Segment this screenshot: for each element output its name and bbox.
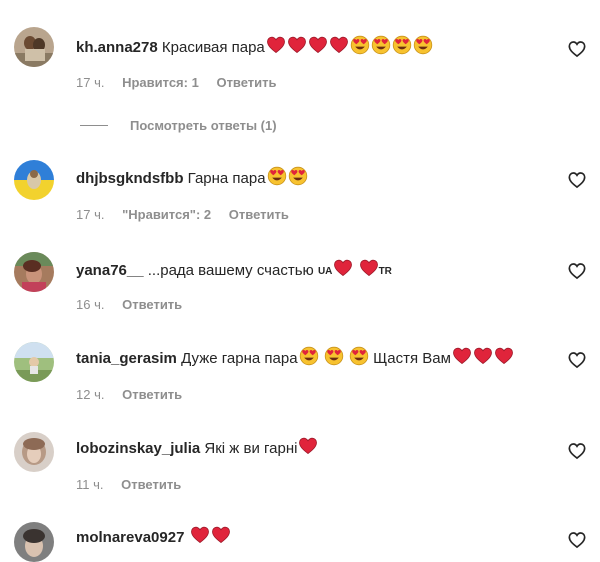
comment-text: Дуже гарна пара [181,350,298,367]
emoji-group [266,170,308,187]
username[interactable]: tania_gerasim [76,350,177,367]
heart-eyes-emoji-icon [350,35,370,55]
reply-button[interactable]: Ответить [122,297,182,312]
heart-emoji-icon [298,436,318,456]
timestamp: 17 ч. [76,207,105,222]
view-replies-label[interactable]: Посмотреть ответы (1) [130,118,277,133]
comment-meta: 12 ч. Ответить [76,387,196,403]
reply-button[interactable]: Ответить [229,207,289,222]
comment-meta: 11 ч. Ответить [76,477,195,493]
heart-eyes-emoji-icon [349,346,369,366]
comment-meta: 16 ч. Ответить [76,297,196,313]
heart-emoji-icon [359,258,379,278]
like-icon[interactable] [567,261,587,281]
emoji-group [298,350,369,367]
heart-emoji-icon [452,346,472,366]
comment-text: ...рада вашему счастью [147,262,314,279]
like-icon[interactable] [567,39,587,59]
avatar[interactable] [14,432,54,472]
heart-eyes-emoji-icon [413,35,433,55]
heart-emoji-icon [266,35,286,55]
username[interactable]: dhjbsgkndsfbb [76,170,184,187]
like-icon[interactable] [567,350,587,370]
view-replies-button[interactable]: Посмотреть ответы (1) [80,118,277,134]
comment-text: Які ж ви гарні [204,440,298,457]
heart-eyes-emoji-icon [392,35,412,55]
flag-ua-label: UA [317,266,333,277]
likes-count[interactable]: "Нравится": 2 [122,207,211,222]
heart-emoji-icon [308,35,328,55]
timestamp: 17 ч. [76,75,105,90]
like-icon[interactable] [567,530,587,550]
heart-emoji-icon [333,258,353,278]
timestamp: 12 ч. [76,387,105,402]
flag-tr-label: TR [378,266,392,277]
comment-line: tania_gerasim Дуже гарна пара Щастя Вам [76,346,514,369]
username[interactable]: molnareva0927 [76,529,184,546]
heart-eyes-emoji-icon [324,346,344,366]
comment-text: Гарна пара [187,170,266,187]
like-icon[interactable] [567,170,587,190]
avatar[interactable] [14,342,54,382]
heart-eyes-emoji-icon [288,166,308,186]
username[interactable]: kh.anna278 [76,39,158,56]
heart-eyes-emoji-icon [299,346,319,366]
timestamp: 11 ч. [76,477,104,492]
like-icon[interactable] [567,441,587,461]
avatar[interactable] [14,522,54,562]
reply-button[interactable]: Ответить [216,75,276,90]
heart-emoji-icon [473,346,493,366]
comment-text-2: Щастя Вам [373,350,451,367]
likes-count[interactable]: Нравится: 1 [122,75,199,90]
emoji-group [451,350,514,367]
avatar[interactable] [14,252,54,292]
comment-meta: 17 ч. Нравится: 1 Ответить [76,75,291,91]
comment-line: molnareva0927 [76,525,231,548]
heart-eyes-emoji-icon [267,166,287,186]
heart-emoji-icon [287,35,307,55]
comment-text: Красивая пара [161,39,265,56]
heart-eyes-emoji-icon [371,35,391,55]
emoji-group [265,39,433,56]
reply-button[interactable]: Ответить [122,387,182,402]
avatar[interactable] [14,160,54,200]
replies-divider [80,125,108,126]
heart-emoji-icon [190,525,210,545]
comment-line: lobozinskay_julia Які ж ви гарні [76,436,318,459]
username[interactable]: yana76__ [76,262,144,279]
comment-line: dhjbsgkndsfbb Гарна пара [76,166,308,189]
heart-emoji-icon [211,525,231,545]
heart-emoji-icon [329,35,349,55]
avatar[interactable] [14,27,54,67]
comment-line: kh.anna278 Красивая пара [76,35,433,58]
reply-button[interactable]: Ответить [121,477,181,492]
username[interactable]: lobozinskay_julia [76,440,200,457]
timestamp: 16 ч. [76,297,105,312]
heart-emoji-icon [494,346,514,366]
comment-line: yana76__ ...рада вашему счастью UA TR [76,258,392,282]
comment-meta: 17 ч. "Нравится": 2 Ответить [76,207,303,223]
